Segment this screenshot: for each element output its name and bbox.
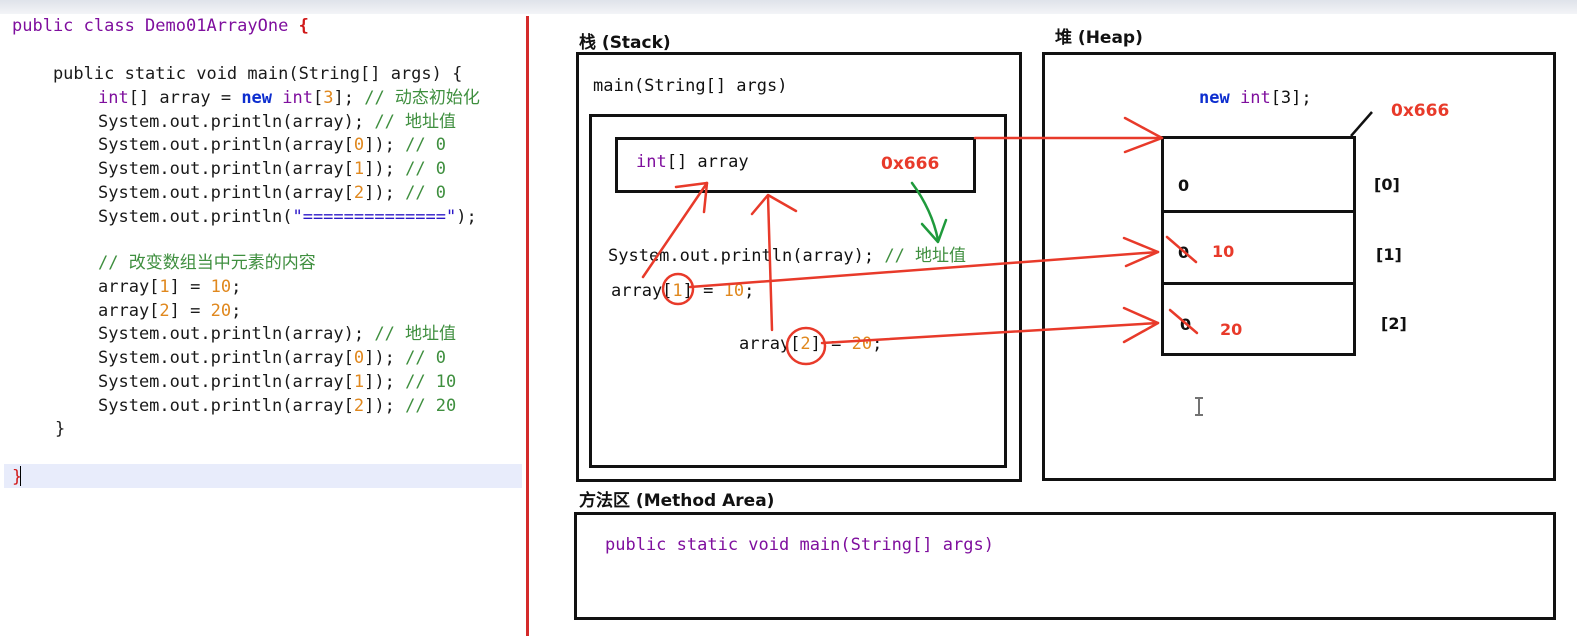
strike-cell-2 [1168, 308, 1199, 335]
green-arrow [910, 181, 940, 242]
heap-address-pointer [1350, 111, 1373, 137]
ibeam-cursor-icon [1195, 397, 1203, 416]
arrow-assign1-to-cell1 [688, 250, 1160, 289]
arrow-assign2-to-variable [766, 194, 774, 332]
annotation-overlay [641, 111, 1373, 416]
arrow-stack-to-heap-head [1123, 116, 1164, 154]
arrow-assign1-to-variable [641, 181, 709, 279]
circle-index-2 [785, 326, 827, 366]
arrow-assign2-to-variable-head [750, 193, 798, 216]
strike-cell-1 [1165, 235, 1198, 264]
arrow-assign2-to-cell2 [820, 321, 1160, 345]
circle-index-1 [661, 272, 695, 306]
